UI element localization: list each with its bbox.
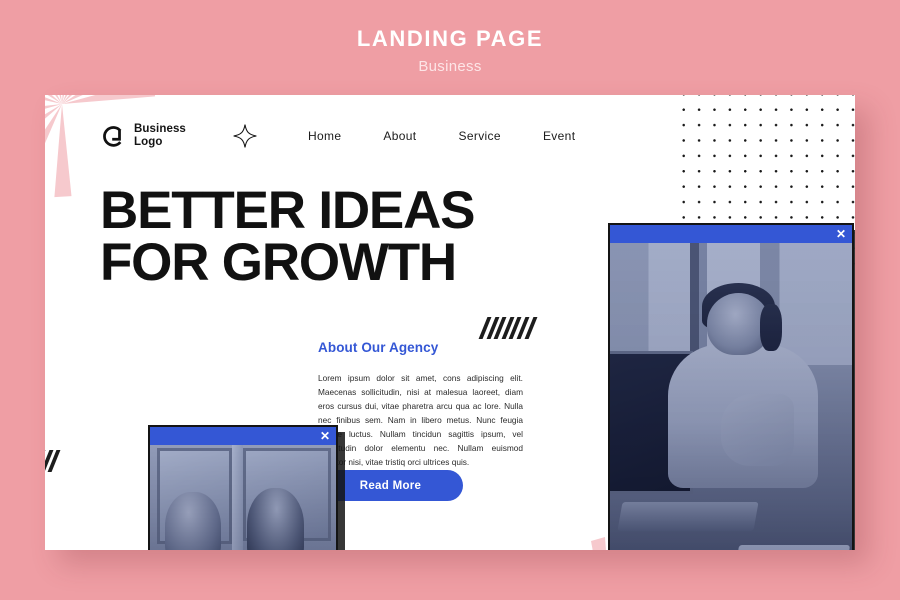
- office-photo-left: [150, 445, 336, 550]
- main-navigation: Home About Service Event: [308, 129, 575, 143]
- poster-caption: LANDING PAGE Business: [0, 26, 900, 75]
- nav-item-event[interactable]: Event: [543, 129, 575, 143]
- hatch-stripes-right: [478, 317, 538, 339]
- hero-headline: BETTER IDEAS FOR GROWTH: [100, 181, 620, 292]
- office-photo-right: [610, 243, 852, 550]
- nav-item-service[interactable]: Service: [458, 129, 500, 143]
- right-photo-window: ✕: [608, 223, 854, 550]
- hatch-stripes-left: [45, 450, 61, 472]
- site-header: Business Logo Home About Service Event: [100, 123, 575, 149]
- business-logo-text: Business Logo: [134, 123, 186, 149]
- nav-item-home[interactable]: Home: [308, 129, 341, 143]
- landing-page-poster: LANDING PAGE Business Business Logo Home…: [0, 0, 900, 600]
- poster-subtitle: Business: [418, 58, 482, 75]
- nav-item-about[interactable]: About: [383, 129, 416, 143]
- logo-line-1: Business: [134, 123, 186, 136]
- right-window-photo: [610, 243, 852, 550]
- close-icon[interactable]: ✕: [836, 228, 846, 240]
- landing-page-card: Business Logo Home About Service Event B…: [45, 95, 855, 550]
- about-title: About Our Agency: [318, 340, 439, 355]
- about-section: About Our Agency Lorem ipsum dolor sit a…: [318, 340, 523, 470]
- about-body-text: Lorem ipsum dolor sit amet, cons adipisc…: [318, 373, 523, 467]
- read-more-button[interactable]: Read More: [318, 470, 463, 501]
- right-window-titlebar[interactable]: ✕: [610, 225, 852, 243]
- headline-line-2: FOR GROWTH: [100, 232, 457, 292]
- four-point-star-icon: [233, 124, 257, 148]
- headline-line-1: BETTER IDEAS: [100, 181, 476, 240]
- close-icon[interactable]: ✕: [320, 430, 330, 442]
- left-window-photo: [150, 445, 336, 550]
- business-logo-mark-icon: [103, 126, 122, 147]
- business-logo[interactable]: Business Logo: [100, 123, 186, 149]
- poster-title: LANDING PAGE: [356, 26, 544, 51]
- left-window-titlebar[interactable]: ✕: [150, 427, 336, 445]
- logo-line-2: Logo: [134, 136, 163, 148]
- left-photo-window: ✕: [148, 425, 338, 550]
